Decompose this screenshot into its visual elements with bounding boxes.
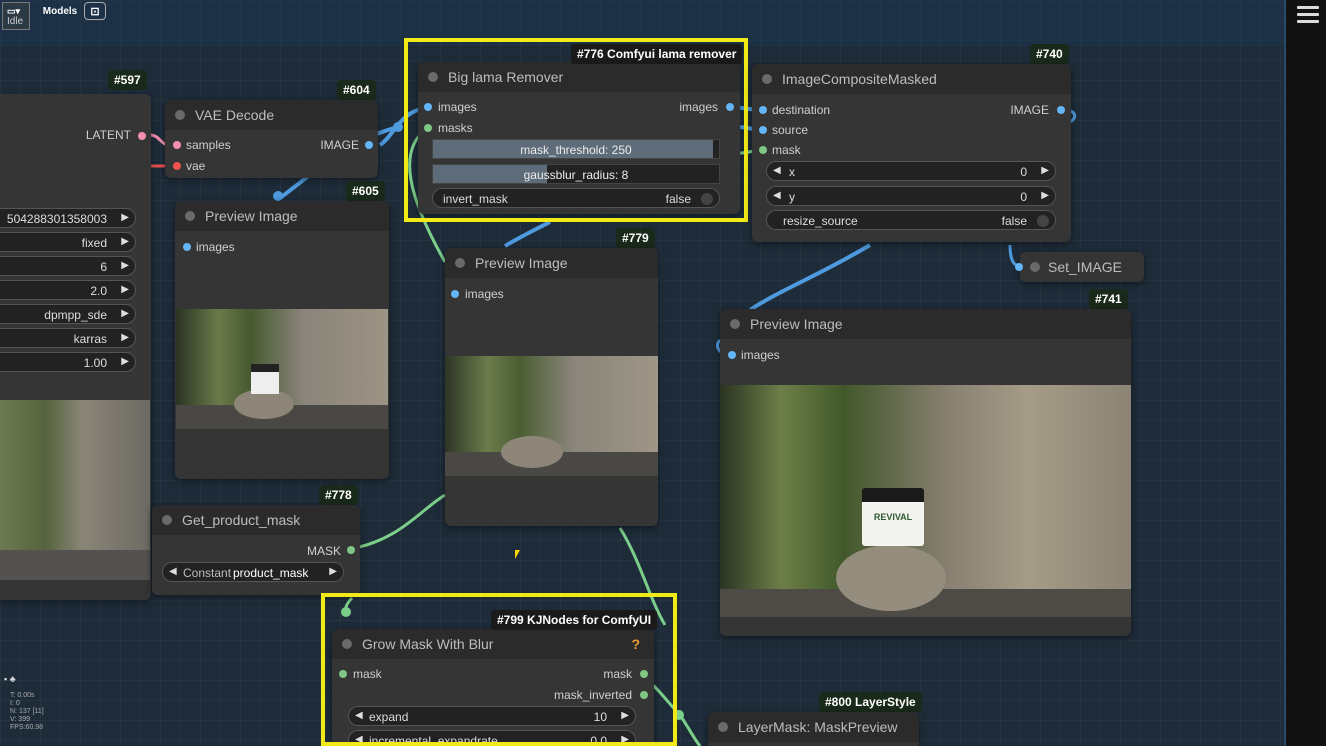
- image-output-pin[interactable]: [365, 141, 373, 149]
- decrement-arrow-icon: ◀: [169, 566, 177, 577]
- images-input-pin[interactable]: [451, 290, 459, 298]
- product-jar-label: REVIVAL: [873, 512, 913, 522]
- vae-input-label: vae: [186, 159, 206, 173]
- mouse-cursor-icon: [515, 550, 520, 559]
- collapse-dot[interactable]: [162, 515, 172, 525]
- canvas-tools[interactable]: ▪ ♣: [4, 674, 16, 684]
- seed-widget[interactable]: 504288301358003 ▶: [0, 208, 136, 228]
- images-input-label: images: [465, 287, 504, 301]
- collapse-dot[interactable]: [185, 211, 195, 221]
- collapse-dot[interactable]: [762, 74, 772, 84]
- mask-output-pin[interactable]: [347, 546, 355, 554]
- increment-arrow-icon: ▶: [329, 566, 337, 577]
- x-widget[interactable]: ◀ x 0 ▶: [766, 161, 1056, 181]
- node-778-badge: #778: [319, 485, 358, 505]
- node-canvas[interactable]: ▭▾ Idle Models ⊡ #597 LATENT 50428830135…: [0, 0, 1326, 746]
- destination-input-label: destination: [772, 103, 831, 117]
- image-output-label: IMAGE: [320, 138, 359, 152]
- mask-input-pin[interactable]: [759, 146, 767, 154]
- denoise-widget[interactable]: 1.00 ▶: [0, 352, 136, 372]
- node-597-badge: #597: [108, 70, 147, 90]
- sampler-name-widget[interactable]: dpmpp_sde ▶: [0, 304, 136, 324]
- ksampler-preview-image: [0, 400, 150, 580]
- increment-arrow-icon: ▶: [1041, 190, 1049, 201]
- source-input-pin[interactable]: [759, 126, 767, 134]
- increment-arrow-icon: ▶: [1041, 165, 1049, 176]
- mask-output-label: MASK: [306, 544, 341, 558]
- node-604-badge: #604: [337, 80, 376, 100]
- node-title: VAE Decode: [195, 107, 275, 123]
- decrement-arrow-icon: ◀: [773, 165, 781, 176]
- node-741-badge: #741: [1089, 289, 1128, 309]
- node-title: LayerMask: MaskPreview: [738, 719, 898, 735]
- samples-input-pin[interactable]: [173, 141, 181, 149]
- steps-widget[interactable]: 6 ▶: [0, 256, 136, 276]
- set-image-input-pin[interactable]: [1015, 263, 1023, 271]
- preview-image-741: REVIVAL: [720, 385, 1131, 617]
- node-799-badge: #799 KJNodes for ComfyUI: [491, 610, 658, 630]
- node-740-badge: #740: [1030, 44, 1069, 64]
- toggle-knob-icon: [1037, 215, 1049, 227]
- node-title: Preview Image: [750, 316, 843, 332]
- ksampler-node[interactable]: LATENT 504288301358003 ▶ fixed ▶ 6 ▶ 2.0 ▶ d…: [0, 94, 151, 600]
- mask-input-label: mask: [772, 143, 801, 157]
- preview-image-779: [445, 356, 658, 476]
- collapse-dot[interactable]: [730, 319, 740, 329]
- node-779-badge: #779: [616, 228, 655, 248]
- node-title: Set_IMAGE: [1048, 259, 1122, 275]
- node-800-badge: #800 LayerStyle: [819, 692, 922, 712]
- preview-image-node-741[interactable]: Preview Image images REVIVAL: [720, 309, 1131, 636]
- cfg-widget[interactable]: 2.0 ▶: [0, 280, 136, 300]
- images-input-pin[interactable]: [728, 351, 736, 359]
- collapse-dot[interactable]: [718, 722, 728, 732]
- node-605-badge: #605: [346, 181, 385, 201]
- node-title: Preview Image: [205, 208, 298, 224]
- constant-select-widget[interactable]: ◀ Constant product_mask ▶: [162, 562, 344, 582]
- upload-button[interactable]: ⊡: [84, 2, 106, 20]
- y-widget[interactable]: ◀ y 0 ▶: [766, 186, 1056, 206]
- latent-output-label: LATENT: [85, 128, 131, 142]
- right-side-panel: [1284, 0, 1326, 746]
- images-input-label: images: [741, 348, 780, 362]
- get-product-mask-node[interactable]: Get_product_mask MASK ◀ Constant product…: [152, 505, 360, 595]
- latent-output-pin[interactable]: [138, 132, 146, 140]
- control-after-generate-widget[interactable]: fixed ▶: [0, 232, 136, 252]
- vae-input-pin[interactable]: [173, 162, 181, 170]
- collapse-dot[interactable]: [175, 110, 185, 120]
- collapse-dot[interactable]: [1030, 262, 1040, 272]
- scheduler-widget[interactable]: karras ▶: [0, 328, 136, 348]
- upload-icon: ⊡: [90, 5, 100, 18]
- hamburger-icon[interactable]: [1297, 6, 1319, 24]
- menu-button[interactable]: ▭▾ Idle: [2, 2, 30, 30]
- resize-source-toggle[interactable]: resize_source false: [766, 210, 1056, 230]
- models-button[interactable]: Models: [40, 2, 80, 20]
- decrement-arrow-icon: ◀: [773, 190, 781, 201]
- node-title: ImageCompositeMasked: [782, 71, 937, 87]
- source-input-label: source: [772, 123, 809, 137]
- destination-input-pin[interactable]: [759, 106, 767, 114]
- preview-image-node-605[interactable]: Preview Image images: [175, 201, 389, 479]
- preview-image-605: [176, 309, 388, 429]
- layermask-preview-node[interactable]: LayerMask: MaskPreview: [708, 712, 919, 746]
- collapse-dot[interactable]: [455, 258, 465, 268]
- node-title: Get_product_mask: [182, 512, 301, 528]
- node-title: Preview Image: [475, 255, 568, 271]
- set-image-node[interactable]: Set_IMAGE: [1015, 252, 1144, 282]
- images-input-label: images: [196, 240, 235, 254]
- image-output-pin[interactable]: [1057, 106, 1065, 114]
- image-output-label: IMAGE: [1010, 103, 1049, 117]
- samples-input-label: samples: [186, 138, 231, 152]
- image-composite-masked-node[interactable]: ImageCompositeMasked destination source …: [752, 64, 1071, 242]
- preview-image-node-779[interactable]: Preview Image images: [445, 248, 658, 526]
- menu-status-label: Idle: [7, 16, 24, 27]
- performance-stats: T: 0.00s I: 0 N: 137 [11] V: 399 FPS:60.98: [10, 692, 44, 731]
- node-776-badge: #776 Comfyui lama remover: [571, 44, 743, 64]
- vae-decode-node[interactable]: VAE Decode samples vae IMAGE: [165, 100, 378, 178]
- highlight-box-776: [404, 38, 748, 222]
- images-input-pin[interactable]: [183, 243, 191, 251]
